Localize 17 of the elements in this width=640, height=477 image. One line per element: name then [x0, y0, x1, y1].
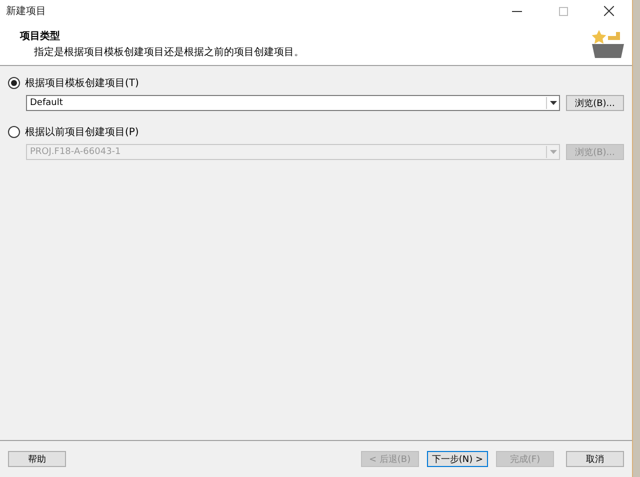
minimize-icon: [512, 10, 522, 12]
template-dropdown[interactable]: Default: [26, 95, 560, 111]
header-description: 指定是根据项目模板创建项目还是根据之前的项目创建项目。: [33, 46, 305, 59]
header-title: 项目类型: [20, 30, 61, 43]
help-button[interactable]: 帮助: [8, 451, 66, 467]
browse-button[interactable]: 浏览(B)...: [566, 95, 624, 111]
window-title: 新建项目: [6, 4, 47, 18]
dropdown-arrow-icon: [550, 150, 556, 154]
maximize-icon: [558, 6, 568, 16]
radio-button[interactable]: [8, 126, 20, 138]
dropdown-arrow-icon: [550, 101, 556, 105]
radio-button[interactable]: [8, 77, 20, 89]
close-icon: [604, 6, 614, 16]
wizard-button[interactable]: 下一步(N) >: [426, 451, 488, 467]
wizard-button[interactable]: 取消: [566, 451, 624, 467]
option-label: 根据项目模板创建项目(T): [25, 76, 139, 90]
option-label: 根据以前项目创建项目(P): [25, 126, 139, 139]
